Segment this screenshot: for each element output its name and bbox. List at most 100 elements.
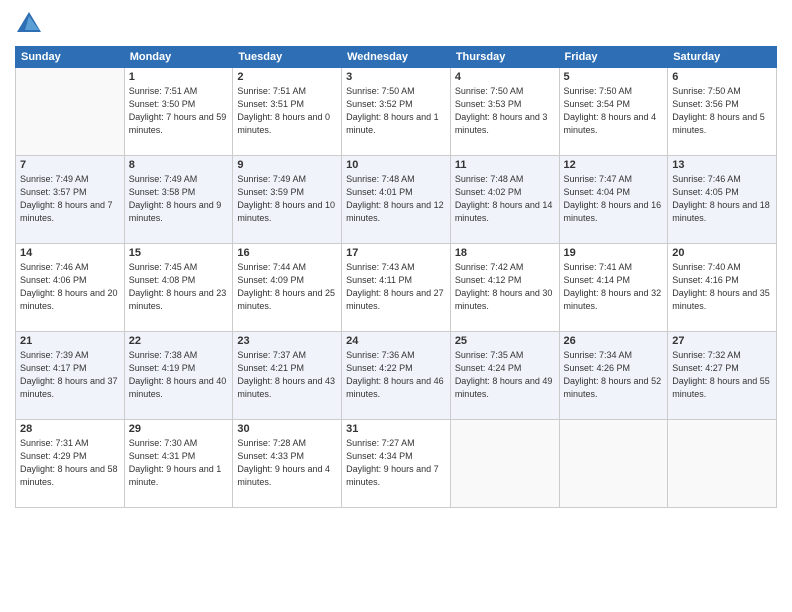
calendar-cell: 15 Sunrise: 7:45 AM Sunset: 4:08 PM Dayli… <box>124 244 233 332</box>
day-info: Sunrise: 7:51 AM Sunset: 3:50 PM Dayligh… <box>129 85 229 137</box>
calendar-cell: 2 Sunrise: 7:51 AM Sunset: 3:51 PM Daylig… <box>233 68 342 156</box>
calendar-cell: 20 Sunrise: 7:40 AM Sunset: 4:16 PM Dayli… <box>668 244 777 332</box>
day-info: Sunrise: 7:28 AM Sunset: 4:33 PM Dayligh… <box>237 437 337 489</box>
day-number: 4 <box>455 71 555 83</box>
logo-icon <box>15 10 43 38</box>
day-number: 9 <box>237 159 337 171</box>
logo <box>15 10 47 38</box>
day-info: Sunrise: 7:32 AM Sunset: 4:27 PM Dayligh… <box>672 349 772 401</box>
day-info: Sunrise: 7:31 AM Sunset: 4:29 PM Dayligh… <box>20 437 120 489</box>
calendar-cell: 13 Sunrise: 7:46 AM Sunset: 4:05 PM Dayli… <box>668 156 777 244</box>
day-info: Sunrise: 7:35 AM Sunset: 4:24 PM Dayligh… <box>455 349 555 401</box>
calendar-cell: 17Sunrise: 7:43 AM Sunset: 4:11 PM Dayli… <box>342 244 451 332</box>
weekday-header-wednesday: Wednesday <box>342 47 451 68</box>
day-number: 23 <box>237 335 337 347</box>
calendar-cell: 8 Sunrise: 7:49 AM Sunset: 3:58 PM Daylig… <box>124 156 233 244</box>
day-info: Sunrise: 7:49 AM Sunset: 3:59 PM Dayligh… <box>237 173 337 225</box>
day-info: Sunrise: 7:50 AM Sunset: 3:56 PM Dayligh… <box>672 85 772 137</box>
calendar-cell: 7 Sunrise: 7:49 AM Sunset: 3:57 PM Daylig… <box>16 156 125 244</box>
day-number: 16 <box>237 247 337 259</box>
day-info: Sunrise: 7:37 AM Sunset: 4:21 PM Dayligh… <box>237 349 337 401</box>
week-row-4: 28 Sunrise: 7:31 AM Sunset: 4:29 PM Dayli… <box>16 420 777 508</box>
calendar-cell: 18 Sunrise: 7:42 AM Sunset: 4:12 PM Dayli… <box>450 244 559 332</box>
day-number: 21 <box>20 335 120 347</box>
calendar-cell: 5 Sunrise: 7:50 AM Sunset: 3:54 PM Daylig… <box>559 68 668 156</box>
calendar-cell: 23 Sunrise: 7:37 AM Sunset: 4:21 PM Dayli… <box>233 332 342 420</box>
calendar-table: SundayMondayTuesdayWednesdayThursdayFrid… <box>15 46 777 508</box>
calendar-cell: 11 Sunrise: 7:48 AM Sunset: 4:02 PM Dayli… <box>450 156 559 244</box>
day-number: 8 <box>129 159 229 171</box>
calendar-cell: 31 Sunrise: 7:27 AM Sunset: 4:34 PM Dayli… <box>342 420 451 508</box>
weekday-header-monday: Monday <box>124 47 233 68</box>
day-info: Sunrise: 7:49 AM Sunset: 3:58 PM Dayligh… <box>129 173 229 225</box>
day-info: Sunrise: 7:43 AM Sunset: 4:11 PM Dayligh… <box>346 261 446 313</box>
weekday-header-row: SundayMondayTuesdayWednesdayThursdayFrid… <box>16 47 777 68</box>
day-info: Sunrise: 7:47 AM Sunset: 4:04 PM Dayligh… <box>564 173 664 225</box>
calendar-cell: 6 Sunrise: 7:50 AM Sunset: 3:56 PM Daylig… <box>668 68 777 156</box>
calendar-cell: 16Sunrise: 7:44 AM Sunset: 4:09 PM Dayli… <box>233 244 342 332</box>
calendar-cell: 24 Sunrise: 7:36 AM Sunset: 4:22 PM Dayli… <box>342 332 451 420</box>
week-row-2: 14Sunrise: 7:46 AM Sunset: 4:06 PM Dayli… <box>16 244 777 332</box>
day-info: Sunrise: 7:34 AM Sunset: 4:26 PM Dayligh… <box>564 349 664 401</box>
calendar-cell: 27 Sunrise: 7:32 AM Sunset: 4:27 PM Dayli… <box>668 332 777 420</box>
day-number: 20 <box>672 247 772 259</box>
day-info: Sunrise: 7:38 AM Sunset: 4:19 PM Dayligh… <box>129 349 229 401</box>
day-number: 19 <box>564 247 664 259</box>
day-number: 5 <box>564 71 664 83</box>
calendar-cell: 12Sunrise: 7:47 AM Sunset: 4:04 PM Dayli… <box>559 156 668 244</box>
calendar-cell: 19 Sunrise: 7:41 AM Sunset: 4:14 PM Dayli… <box>559 244 668 332</box>
day-number: 26 <box>564 335 664 347</box>
calendar-cell: 10Sunrise: 7:48 AM Sunset: 4:01 PM Dayli… <box>342 156 451 244</box>
week-row-3: 21Sunrise: 7:39 AM Sunset: 4:17 PM Dayli… <box>16 332 777 420</box>
calendar-cell <box>16 68 125 156</box>
day-info: Sunrise: 7:50 AM Sunset: 3:53 PM Dayligh… <box>455 85 555 137</box>
day-number: 15 <box>129 247 229 259</box>
day-info: Sunrise: 7:36 AM Sunset: 4:22 PM Dayligh… <box>346 349 446 401</box>
weekday-header-saturday: Saturday <box>668 47 777 68</box>
day-number: 27 <box>672 335 772 347</box>
day-number: 30 <box>237 423 337 435</box>
calendar-cell: 1 Sunrise: 7:51 AM Sunset: 3:50 PM Daylig… <box>124 68 233 156</box>
day-number: 29 <box>129 423 229 435</box>
weekday-header-tuesday: Tuesday <box>233 47 342 68</box>
day-info: Sunrise: 7:42 AM Sunset: 4:12 PM Dayligh… <box>455 261 555 313</box>
weekday-header-thursday: Thursday <box>450 47 559 68</box>
page: SundayMondayTuesdayWednesdayThursdayFrid… <box>0 0 792 612</box>
day-number: 28 <box>20 423 120 435</box>
day-info: Sunrise: 7:50 AM Sunset: 3:52 PM Dayligh… <box>346 85 446 137</box>
week-row-0: 1 Sunrise: 7:51 AM Sunset: 3:50 PM Daylig… <box>16 68 777 156</box>
header <box>15 10 777 38</box>
calendar-cell: 14Sunrise: 7:46 AM Sunset: 4:06 PM Dayli… <box>16 244 125 332</box>
day-number: 6 <box>672 71 772 83</box>
calendar-cell <box>559 420 668 508</box>
week-row-1: 7 Sunrise: 7:49 AM Sunset: 3:57 PM Daylig… <box>16 156 777 244</box>
calendar-cell: 3 Sunrise: 7:50 AM Sunset: 3:52 PM Daylig… <box>342 68 451 156</box>
day-number: 3 <box>346 71 446 83</box>
calendar-cell: 25Sunrise: 7:35 AM Sunset: 4:24 PM Dayli… <box>450 332 559 420</box>
calendar-cell: 28 Sunrise: 7:31 AM Sunset: 4:29 PM Dayli… <box>16 420 125 508</box>
day-info: Sunrise: 7:45 AM Sunset: 4:08 PM Dayligh… <box>129 261 229 313</box>
day-number: 18 <box>455 247 555 259</box>
day-info: Sunrise: 7:41 AM Sunset: 4:14 PM Dayligh… <box>564 261 664 313</box>
calendar-cell: 29Sunrise: 7:30 AM Sunset: 4:31 PM Dayli… <box>124 420 233 508</box>
weekday-header-friday: Friday <box>559 47 668 68</box>
day-info: Sunrise: 7:48 AM Sunset: 4:02 PM Dayligh… <box>455 173 555 225</box>
day-info: Sunrise: 7:51 AM Sunset: 3:51 PM Dayligh… <box>237 85 337 137</box>
day-info: Sunrise: 7:48 AM Sunset: 4:01 PM Dayligh… <box>346 173 446 225</box>
day-info: Sunrise: 7:40 AM Sunset: 4:16 PM Dayligh… <box>672 261 772 313</box>
day-info: Sunrise: 7:46 AM Sunset: 4:05 PM Dayligh… <box>672 173 772 225</box>
calendar-cell: 22Sunrise: 7:38 AM Sunset: 4:19 PM Dayli… <box>124 332 233 420</box>
day-info: Sunrise: 7:46 AM Sunset: 4:06 PM Dayligh… <box>20 261 120 313</box>
day-info: Sunrise: 7:49 AM Sunset: 3:57 PM Dayligh… <box>20 173 120 225</box>
day-number: 24 <box>346 335 446 347</box>
day-number: 13 <box>672 159 772 171</box>
day-number: 11 <box>455 159 555 171</box>
day-number: 31 <box>346 423 446 435</box>
day-info: Sunrise: 7:27 AM Sunset: 4:34 PM Dayligh… <box>346 437 446 489</box>
day-number: 7 <box>20 159 120 171</box>
day-number: 1 <box>129 71 229 83</box>
day-number: 2 <box>237 71 337 83</box>
calendar-cell: 9 Sunrise: 7:49 AM Sunset: 3:59 PM Daylig… <box>233 156 342 244</box>
calendar-cell <box>450 420 559 508</box>
day-info: Sunrise: 7:50 AM Sunset: 3:54 PM Dayligh… <box>564 85 664 137</box>
